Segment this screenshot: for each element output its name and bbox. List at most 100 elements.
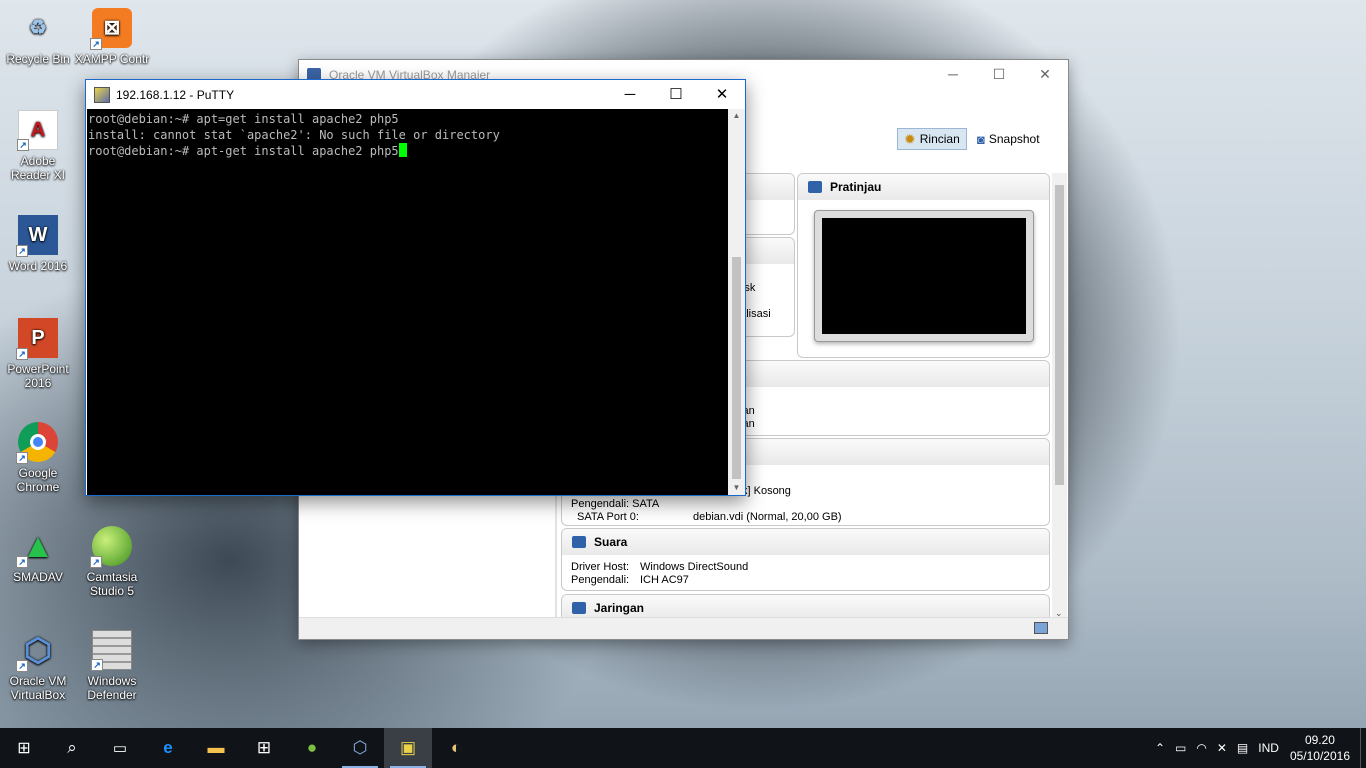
snapshot-button[interactable]: ◙ Snapshot <box>971 128 1046 150</box>
details-button[interactable]: ✹ Rincian <box>897 128 967 150</box>
taskbar-file-explorer[interactable]: ▬ <box>192 728 240 768</box>
desktop-icon-label: Recycle Bin <box>6 52 70 66</box>
desktop-icon-label: Oracle VM VirtualBox <box>9 674 67 702</box>
storage-controller: Pengendali: SATA <box>571 498 660 510</box>
details-label: Rincian <box>919 132 960 146</box>
scrollbar-thumb[interactable] <box>1055 185 1064 485</box>
scroll-up-icon[interactable]: ▲ <box>728 109 745 123</box>
vm-preview-screen <box>814 210 1034 342</box>
chevron-up-icon[interactable]: ⌃ <box>1150 741 1170 755</box>
chrome-icon: ↗ <box>16 422 58 464</box>
network-panel: Jaringan <box>561 594 1050 618</box>
system-tray: ⌃ ▭ ◠ ✕ ▤ IND 09.20 05/10/2016 <box>1150 728 1366 768</box>
audio-controller-value: ICH AC97 <box>640 574 689 586</box>
minimize-button[interactable]: ─ <box>930 60 976 88</box>
desktop-icon-label: XAMPP Contr <box>74 52 150 66</box>
details-scrollbar[interactable]: ⌄ <box>1052 173 1067 619</box>
scroll-down-icon[interactable]: ▼ <box>728 481 745 495</box>
virtualbox-icon: ⬡ ↗ <box>16 630 58 672</box>
taskbar-edge[interactable]: e <box>144 728 192 768</box>
task-view-icon: ▭ <box>112 740 128 757</box>
minimize-button[interactable]: ─ <box>607 80 653 108</box>
action-center-icon[interactable]: ▤ <box>1232 741 1253 755</box>
terminal-cursor <box>398 143 407 157</box>
audio-host-value: Windows DirectSound <box>640 561 749 573</box>
maximize-button[interactable]: ☐ <box>976 60 1022 88</box>
taskbar-paint[interactable]: ◐ <box>432 728 480 768</box>
clock[interactable]: 09.20 05/10/2016 <box>1284 732 1360 764</box>
audio-panel: Suara Driver Host: Windows DirectSound P… <box>561 528 1050 591</box>
desktop-icon-label: PowerPoint 2016 <box>7 362 69 390</box>
desktop-icon-recycle-bin[interactable]: ♻ Recycle Bin <box>0 8 76 66</box>
terminal-line: root@debian:~# apt-get install apache2 p… <box>88 144 399 158</box>
vbox-statusbar <box>299 617 1068 639</box>
taskbar-virtualbox[interactable]: ⬡ <box>336 728 384 768</box>
desktop-icon-label: SMADAV <box>13 570 63 584</box>
terminal[interactable]: root@debian:~# apt=get install apache2 p… <box>87 109 728 495</box>
xampp-icon: ⊠ ↗ <box>90 8 132 50</box>
desktop-icon-powerpoint[interactable]: P ↗ PowerPoint 2016 <box>0 318 76 390</box>
desktop-icon-label: Word 2016 <box>8 259 68 273</box>
virtualbox-icon: ⬡ <box>352 738 368 757</box>
camera-icon: ◙ <box>977 131 985 147</box>
desktop-icon-label: Camtasia Studio 5 <box>86 570 138 598</box>
desktop-icon-windows-defender[interactable]: ↗ Windows Defender <box>74 630 150 702</box>
audio-controller-label: Pengendali: <box>571 574 630 586</box>
search-button[interactable]: ⌕ <box>48 728 96 768</box>
taskbar-store[interactable]: ⊞ <box>240 728 288 768</box>
desktop-icon-adobe-reader[interactable]: A ↗ Adobe Reader XI <box>0 110 76 182</box>
desktop-icon-chrome[interactable]: ↗ Google Chrome <box>0 422 76 494</box>
preview-title: Pratinjau <box>830 180 882 194</box>
store-icon: ⊞ <box>256 738 272 757</box>
terminal-line: root@debian:~# apt=get install apache2 p… <box>88 112 399 126</box>
desktop-icon-virtualbox[interactable]: ⬡ ↗ Oracle VM VirtualBox <box>0 630 76 702</box>
putty-window: 192.168.1.12 - PuTTY ─ ☐ ✕ root@debian:~… <box>85 79 746 496</box>
putty-icon <box>94 86 110 103</box>
audio-host-label: Driver Host: <box>571 561 630 573</box>
terminal-scrollbar[interactable]: ▲ ▼ <box>728 109 745 495</box>
desktop-icon-smadav[interactable]: ▲ ↗ SMADAV <box>0 526 76 584</box>
network-status-icon <box>1034 622 1048 634</box>
close-button[interactable]: ✕ <box>1022 60 1068 88</box>
desktop-icon-xampp[interactable]: ⊠ ↗ XAMPP Contr <box>74 8 150 66</box>
powerpoint-icon: P ↗ <box>16 318 58 360</box>
wifi-icon[interactable]: ◠ <box>1191 741 1211 755</box>
show-desktop-button[interactable] <box>1360 728 1366 768</box>
maximize-button[interactable]: ☐ <box>653 80 699 108</box>
putty-title: 192.168.1.12 - PuTTY <box>116 87 235 102</box>
storage-port-value: debian.vdi (Normal, 20,00 GB) <box>693 511 842 523</box>
windows-defender-icon: ↗ <box>91 630 132 671</box>
network-title: Jaringan <box>594 601 645 615</box>
input-language[interactable]: IND <box>1253 741 1284 755</box>
gear-icon: ✹ <box>904 130 916 147</box>
audio-title: Suara <box>594 535 628 549</box>
volume-muted-icon[interactable]: ✕ <box>1212 741 1232 755</box>
taskbar: ⊞ ⌕ ▭ e ▬ ⊞ ● ⬡ ▣ ◐ ⌃ ▭ ◠ ✕ ▤ IND 09.20 … <box>0 728 1366 768</box>
putty-icon: ▣ <box>399 738 417 757</box>
snapshot-label: Snapshot <box>988 132 1040 146</box>
smadav-icon: ▲ ↗ <box>16 526 58 568</box>
search-icon: ⌕ <box>67 738 77 757</box>
taskbar-putty[interactable]: ▣ <box>384 728 432 768</box>
close-button[interactable]: ✕ <box>699 80 745 108</box>
clock-time: 09.20 <box>1304 733 1335 747</box>
recycle-bin-icon: ♻ <box>29 17 47 39</box>
network-icon <box>572 602 586 614</box>
adobe-reader-icon: A ↗ <box>17 110 58 151</box>
start-button[interactable]: ⊞ <box>0 728 48 768</box>
clock-date: 05/10/2016 <box>1289 749 1350 763</box>
camtasia-icon: ↗ <box>90 526 132 568</box>
desktop-icon-label: Adobe Reader XI <box>10 154 66 182</box>
desktop-icon-word[interactable]: W ↗ Word 2016 <box>0 215 76 273</box>
task-view-button[interactable]: ▭ <box>96 728 144 768</box>
monitor-icon <box>808 181 822 193</box>
word-icon: W ↗ <box>16 215 58 257</box>
paint-icon: ◐ <box>450 738 462 757</box>
taskbar-camtasia[interactable]: ● <box>288 728 336 768</box>
scrollbar-thumb[interactable] <box>732 257 741 479</box>
terminal-line: install: cannot stat `apache2': No such … <box>88 128 500 142</box>
battery-icon[interactable]: ▭ <box>1170 741 1191 755</box>
storage-partial-kosong: k] Kosong <box>742 485 791 497</box>
desktop-icon-camtasia[interactable]: ↗ Camtasia Studio 5 <box>74 526 150 598</box>
speaker-icon <box>572 536 586 548</box>
